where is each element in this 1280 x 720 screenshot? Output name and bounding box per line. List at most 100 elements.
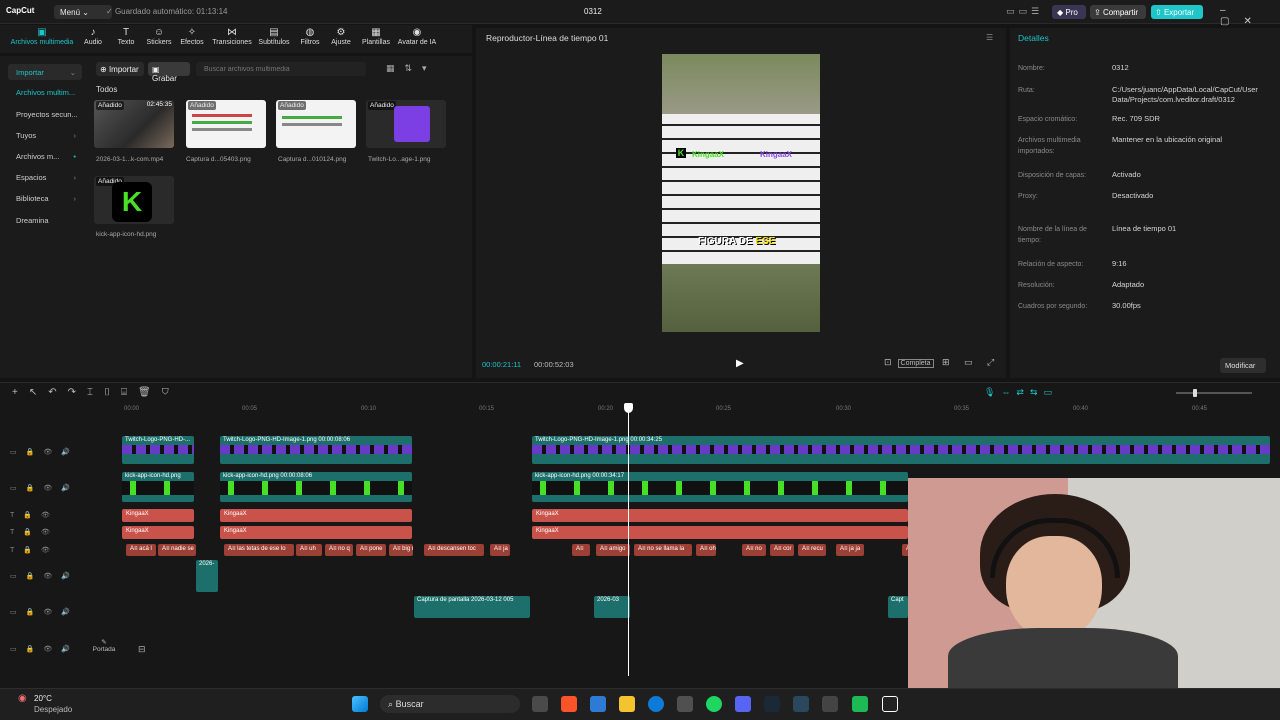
task-view-icon[interactable]: [532, 696, 548, 712]
taskbar-search[interactable]: ⌕ Buscar: [380, 695, 520, 713]
sidebar-yours[interactable]: Tuyos ›: [8, 127, 82, 143]
media-view-tools[interactable]: ▦⇅▾: [386, 63, 437, 74]
sidebar-secondary-projects[interactable]: Proyectos secun...: [8, 106, 82, 122]
player-menu-icon[interactable]: ☰: [986, 33, 993, 42]
copilot-icon[interactable]: [590, 696, 606, 712]
timeline-clip-text[interactable]: KingaaX: [532, 509, 908, 522]
player-tools[interactable]: ⊡ Completa ⊞ ▭ ⤢: [884, 357, 1000, 368]
sidebar-import[interactable]: Importar ⌄: [8, 64, 82, 80]
windows-start-icon[interactable]: [352, 696, 368, 712]
pro-button[interactable]: ◆ Pro: [1052, 5, 1086, 19]
timeline-clip-kick[interactable]: kick-app-icon-hd.png 00:00:08:06: [220, 472, 412, 502]
subtitle-clip[interactable]: A≡ no q: [325, 544, 353, 556]
sidebar-media-m[interactable]: Archivos m... •: [8, 148, 82, 164]
subtitle-clip[interactable]: A≡: [572, 544, 590, 556]
subtitle-clip[interactable]: A≡ uh: [296, 544, 322, 556]
subtitle-clip[interactable]: A≡ cor: [770, 544, 794, 556]
timeline-clip-twitch[interactable]: Twitch-Logo-PNG-HD-...: [122, 436, 194, 464]
tool-media[interactable]: ▣ Archivos multimedia: [8, 27, 76, 46]
timeline-tools-right[interactable]: 🎙⇔⇄⇆▭: [984, 387, 1058, 398]
track-controls[interactable]: T🔒👁: [10, 511, 59, 519]
sidebar-media-files[interactable]: Archivos multim...: [8, 84, 82, 100]
app-icon-green[interactable]: [852, 696, 868, 712]
media-thumb-twitch[interactable]: Añadido: [366, 100, 446, 148]
subtitle-clip[interactable]: A≡ recu: [798, 544, 826, 556]
modify-button[interactable]: Modificar: [1220, 358, 1266, 373]
timeline-clip-capture[interactable]: Captura de pantalla 2026-03-12 005: [414, 596, 530, 618]
share-button[interactable]: ⇪ Compartir: [1090, 5, 1146, 19]
track-controls[interactable]: ▭🔒👁🔊: [10, 608, 79, 616]
file-explorer-icon[interactable]: [619, 696, 635, 712]
subtitle-clip[interactable]: A≡ amigo: [596, 544, 630, 556]
timeline-clip-text[interactable]: KingaaX: [220, 526, 412, 539]
tool-effects[interactable]: ✧ Efectos: [178, 27, 206, 46]
window-controls[interactable]: –▢✕: [1220, 5, 1280, 27]
tool-audio[interactable]: ♪ Audio: [80, 27, 106, 46]
import-button[interactable]: ⊕ Importar: [96, 62, 144, 76]
tool-filters[interactable]: ◍ Filtros: [296, 27, 324, 46]
subtitle-clip[interactable]: A≡ las tetas de ese lo: [224, 544, 294, 556]
timeline-clip-text[interactable]: KingaaX: [220, 509, 412, 522]
edge-browser-icon[interactable]: [648, 696, 664, 712]
capcut-icon[interactable]: [882, 696, 898, 712]
media-thumb-video[interactable]: Añadido 02:45:35: [94, 100, 174, 148]
timeline-clip-text[interactable]: KingaaX: [122, 509, 194, 522]
cover-button[interactable]: ✎ Portada: [90, 638, 118, 662]
timeline-clip-twitch[interactable]: Twitch-Logo-PNG-HD-Image-1.png 00:00:08:…: [220, 436, 412, 464]
steam-alt-icon[interactable]: [793, 696, 809, 712]
track-controls[interactable]: ▭🔒👁🔊: [10, 484, 79, 492]
tool-adjust[interactable]: ⚙ Ajuste: [328, 27, 354, 46]
tool-text[interactable]: T Texto: [112, 27, 140, 46]
subtitle-clip[interactable]: A≡ acá l: [126, 544, 156, 556]
discord-icon[interactable]: [735, 696, 751, 712]
subtitle-clip[interactable]: A≡ big r: [389, 544, 413, 556]
timeline-clip-video[interactable]: 2026-: [196, 560, 218, 592]
menu-button[interactable]: Menú ⌄: [54, 5, 112, 19]
playhead-handle[interactable]: [624, 403, 633, 413]
timeline-clip-text[interactable]: KingaaX: [532, 526, 908, 539]
video-preview[interactable]: K KingaaX KingaaX FIGURA DE ESE: [662, 54, 820, 332]
settings-icon[interactable]: [822, 696, 838, 712]
store-icon[interactable]: [677, 696, 693, 712]
media-thumb-kick[interactable]: Añadido K: [94, 176, 174, 224]
media-thumb-capture-2[interactable]: Añadido: [276, 100, 356, 148]
sidebar-dreamina[interactable]: Dreamina: [8, 212, 82, 228]
track-controls[interactable]: T🔒👁: [10, 528, 59, 536]
track-controls[interactable]: ▭🔒👁🔊: [10, 645, 79, 653]
sidebar-spaces[interactable]: Espacios ›: [8, 169, 82, 185]
zoom-slider[interactable]: [1176, 392, 1252, 394]
layout-icons[interactable]: ▭▭☰: [1006, 6, 1043, 17]
sidebar-library[interactable]: Biblioteca ›: [8, 190, 82, 206]
media-thumb-capture-1[interactable]: Añadido: [186, 100, 266, 148]
play-button[interactable]: ▶: [736, 358, 744, 369]
playhead[interactable]: [628, 404, 629, 676]
timeline-clip-kick[interactable]: kick-app-icon-hd.png: [122, 472, 194, 502]
timeline-clip-capture[interactable]: Capt: [888, 596, 908, 618]
track-controls[interactable]: ▭🔒👁🔊: [10, 572, 79, 580]
subtitle-clip[interactable]: A≡ nadie se: [158, 544, 196, 556]
subtitle-clip[interactable]: A≡ pone: [356, 544, 386, 556]
tool-templates[interactable]: ▦ Plantillas: [358, 27, 394, 46]
subtitle-clip[interactable]: A≡ descansen toc: [424, 544, 484, 556]
timeline-clip-kick[interactable]: kick-app-icon-hd.png 00:00:34:17: [532, 472, 908, 502]
subtitle-clip[interactable]: A≡ ja: [490, 544, 510, 556]
timeline-clip-capture[interactable]: 2026-03: [594, 596, 630, 618]
media-search-input[interactable]: [196, 62, 366, 76]
track-controls[interactable]: ▭🔒👁🔊: [10, 448, 79, 456]
brave-browser-icon[interactable]: [561, 696, 577, 712]
track-settings-icon[interactable]: ⊟: [138, 644, 146, 655]
timeline-clip-text[interactable]: KingaaX: [122, 526, 194, 539]
subtitle-clip[interactable]: A≡ ja ja: [836, 544, 864, 556]
tool-stickers[interactable]: ☺ Stickers: [144, 27, 174, 46]
subtitle-clip[interactable]: A≡ no se llama la: [634, 544, 692, 556]
tool-ai-avatar[interactable]: ◉ Avatar de IA: [396, 27, 438, 46]
timeline-clip-twitch[interactable]: Twitch-Logo-PNG-HD-Image-1.png 00:00:34:…: [532, 436, 1270, 464]
zoom-knob[interactable]: [1193, 389, 1197, 397]
timeline-tools[interactable]: +↖↶↷⌶⌷⌸🗑⛉: [12, 387, 180, 398]
subtitle-clip[interactable]: A≡ no: [742, 544, 766, 556]
spotify-icon[interactable]: [706, 696, 722, 712]
export-button[interactable]: ⇧ Exportar: [1151, 5, 1203, 19]
track-controls[interactable]: T🔒👁: [10, 546, 59, 554]
tool-transitions[interactable]: ⋈ Transiciones: [210, 27, 254, 46]
record-button[interactable]: ▣ Grabar: [148, 62, 190, 83]
